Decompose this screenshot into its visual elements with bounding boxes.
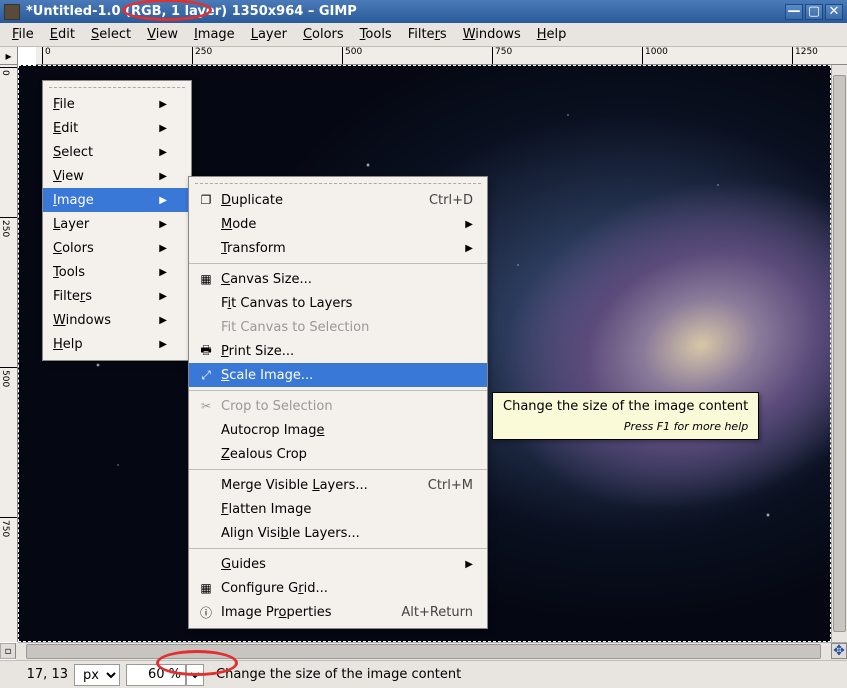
tooltip: Change the size of the image content Pre… xyxy=(492,392,759,440)
ctx-windows[interactable]: Windows▶ xyxy=(43,308,191,332)
canvas-size-icon: ▦ xyxy=(197,272,215,286)
minimize-button[interactable]: — xyxy=(785,4,803,20)
ruler-vertical[interactable]: 0 250 500 750 xyxy=(0,65,18,642)
quickmask-toggle[interactable]: ▫ xyxy=(0,643,16,659)
sub-flatten[interactable]: Flatten Image xyxy=(189,497,487,521)
ctx-colors[interactable]: Colors▶ xyxy=(43,236,191,260)
grid-icon: ▦ xyxy=(197,581,215,595)
maximize-button[interactable]: ▢ xyxy=(805,4,823,20)
status-text: Change the size of the image content xyxy=(210,667,839,682)
sub-grid[interactable]: ▦Configure Grid... xyxy=(189,576,487,600)
sub-scale-image[interactable]: ⤢Scale Image... xyxy=(189,363,487,387)
scrollbar-horizontal[interactable] xyxy=(16,643,831,660)
tooltip-text: Change the size of the image content xyxy=(503,399,748,414)
info-icon: ⓘ xyxy=(197,604,215,621)
pointer-coords: 17, 13 xyxy=(8,667,68,682)
context-menu: File▶ Edit▶ Select▶ View▶ Image▶ Layer▶ … xyxy=(42,80,192,361)
app-icon xyxy=(4,4,20,20)
scale-icon: ⤢ xyxy=(197,368,215,383)
menu-layer[interactable]: Layer xyxy=(243,24,295,45)
ctx-file[interactable]: File▶ xyxy=(43,92,191,116)
image-submenu: ❐DuplicateCtrl+D Mode▶ Transform▶ ▦Canva… xyxy=(188,176,488,629)
galaxy-graphic xyxy=(449,123,831,567)
ruler-corner-right xyxy=(831,47,847,65)
ctx-filters[interactable]: Filters▶ xyxy=(43,284,191,308)
sub-guides[interactable]: Guides▶ xyxy=(189,552,487,576)
menu-select[interactable]: Select xyxy=(83,24,139,45)
ctx-layer[interactable]: Layer▶ xyxy=(43,212,191,236)
sub-align[interactable]: Align Visible Layers... xyxy=(189,521,487,545)
sub-fit-layers[interactable]: Fit Canvas to Layers xyxy=(189,291,487,315)
scroll-thumb-vertical[interactable] xyxy=(833,75,846,632)
sub-print-size[interactable]: 🖶Print Size... xyxy=(189,339,487,363)
titlebar: *Untitled-1.0 (RGB, 1 layer) 1350x964 – … xyxy=(0,0,847,23)
scroll-thumb-horizontal[interactable] xyxy=(26,644,821,659)
sub-canvas-size[interactable]: ▦Canvas Size... xyxy=(189,267,487,291)
window-title: *Untitled-1.0 (RGB, 1 layer) 1350x964 – … xyxy=(26,4,785,19)
ctx-select[interactable]: Select▶ xyxy=(43,140,191,164)
navigate-icon[interactable]: ✥ xyxy=(831,643,847,659)
menu-windows[interactable]: Windows xyxy=(455,24,529,45)
scrollbar-vertical[interactable] xyxy=(831,65,847,642)
sub-fit-selection: Fit Canvas to Selection xyxy=(189,315,487,339)
sub-crop: ✂Crop to Selection xyxy=(189,394,487,418)
zoom-input[interactable] xyxy=(126,664,186,686)
menu-tools[interactable]: Tools xyxy=(352,24,400,45)
close-button[interactable]: ✕ xyxy=(825,4,843,20)
window-controls: — ▢ ✕ xyxy=(785,4,843,20)
sub-mode[interactable]: Mode▶ xyxy=(189,212,487,236)
sub-zealous[interactable]: Zealous Crop xyxy=(189,442,487,466)
ctx-tools[interactable]: Tools▶ xyxy=(43,260,191,284)
unit-select[interactable]: px xyxy=(74,664,120,686)
menu-edit[interactable]: Edit xyxy=(42,24,83,45)
sub-merge[interactable]: Merge Visible Layers...Ctrl+M xyxy=(189,473,487,497)
ctx-image[interactable]: Image▶ xyxy=(43,188,191,212)
menu-view[interactable]: View xyxy=(139,24,186,45)
menu-file[interactable]: File xyxy=(4,24,42,45)
crop-icon: ✂ xyxy=(197,399,215,413)
sub-transform[interactable]: Transform▶ xyxy=(189,236,487,260)
zoom-select[interactable] xyxy=(186,664,204,686)
print-size-icon: 🖶 xyxy=(197,341,215,362)
ruler-corner-menu[interactable]: ▸ xyxy=(0,47,18,65)
sub-autocrop[interactable]: Autocrop Image xyxy=(189,418,487,442)
sub-duplicate[interactable]: ❐DuplicateCtrl+D xyxy=(189,188,487,212)
ruler-horizontal[interactable]: 0 250 500 750 1000 1250 xyxy=(36,47,831,65)
menu-help[interactable]: Help xyxy=(529,24,575,45)
ctx-help[interactable]: Help▶ xyxy=(43,332,191,356)
menu-filters[interactable]: Filters xyxy=(400,24,455,45)
ctx-edit[interactable]: Edit▶ xyxy=(43,116,191,140)
duplicate-icon: ❐ xyxy=(197,193,215,207)
ctx-view[interactable]: View▶ xyxy=(43,164,191,188)
sub-properties[interactable]: ⓘImage PropertiesAlt+Return xyxy=(189,600,487,624)
menubar: File Edit Select View Image Layer Colors… xyxy=(0,23,847,47)
statusbar: 17, 13 px Change the size of the image c… xyxy=(0,660,847,688)
menu-image[interactable]: Image xyxy=(186,24,243,45)
menu-colors[interactable]: Colors xyxy=(295,24,352,45)
tooltip-help: Press F1 for more help xyxy=(503,420,748,433)
